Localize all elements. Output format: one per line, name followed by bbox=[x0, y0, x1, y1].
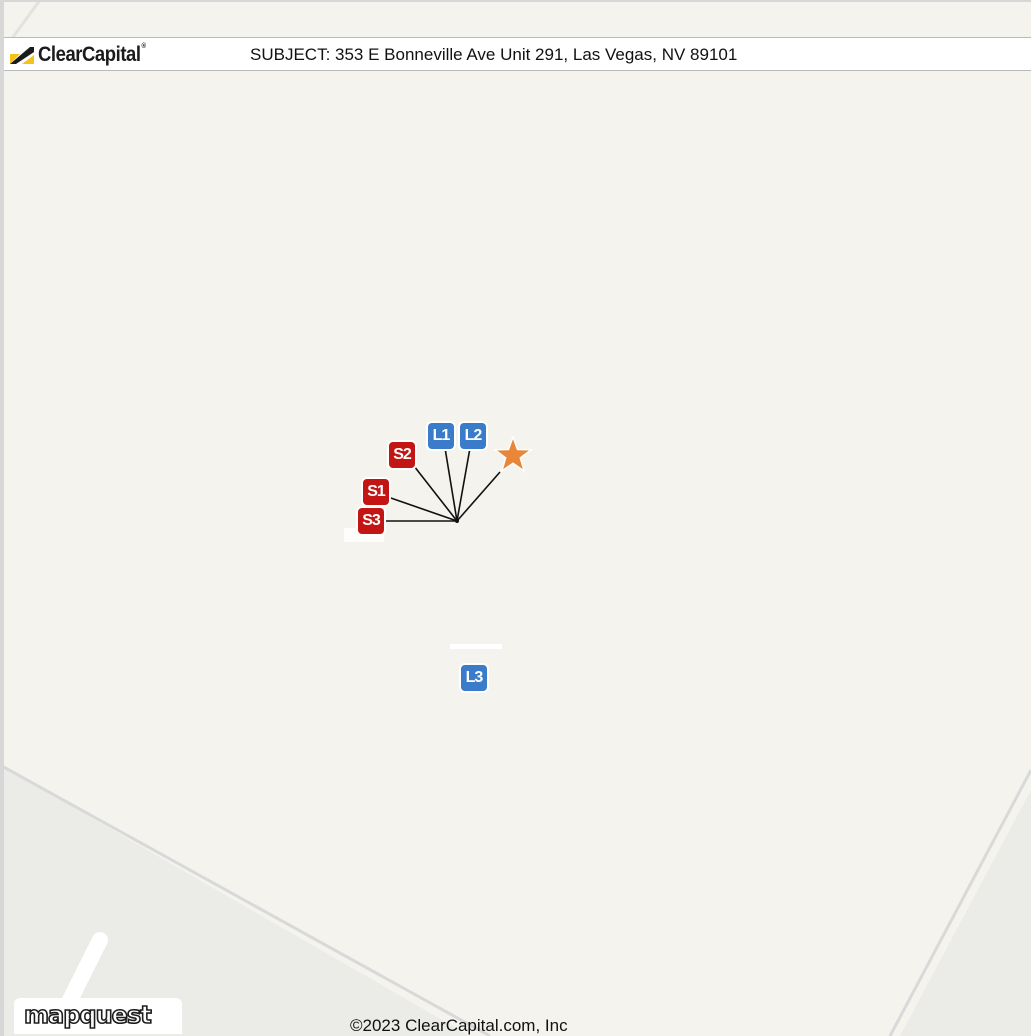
frame-border-top bbox=[0, 0, 1031, 2]
listing-marker-l2[interactable]: L2 bbox=[460, 423, 486, 449]
sale-marker-s3[interactable]: S3 bbox=[358, 508, 384, 534]
mapquest-logo: mapquest bbox=[14, 998, 182, 1034]
sale-marker-s2[interactable]: S2 bbox=[389, 442, 415, 468]
listing-marker-l3[interactable]: L3 bbox=[461, 665, 487, 691]
map-background bbox=[0, 0, 1031, 1036]
sale-marker-s1[interactable]: S1 bbox=[363, 479, 389, 505]
map-canvas[interactable]: ClearCapital® SUBJECT: 353 E Bonneville … bbox=[0, 0, 1031, 1036]
listing-marker-l1[interactable]: L1 bbox=[428, 423, 454, 449]
terrain-area bbox=[900, 790, 1031, 1036]
map-header: ClearCapital® SUBJECT: 353 E Bonneville … bbox=[4, 37, 1031, 71]
road-segment bbox=[450, 644, 502, 649]
subject-address: SUBJECT: 353 E Bonneville Ave Unit 291, … bbox=[250, 45, 738, 64]
brand-name: ClearCapital® bbox=[38, 43, 146, 66]
copyright-text: ©2023 ClearCapital.com, Inc bbox=[350, 1016, 568, 1035]
frame-border-left bbox=[0, 0, 4, 1036]
mapquest-wordmark: mapquest bbox=[23, 1000, 152, 1030]
star-icon[interactable] bbox=[494, 436, 532, 474]
logo-mark-icon bbox=[10, 47, 34, 64]
clearcapital-logo: ClearCapital® bbox=[8, 42, 160, 68]
